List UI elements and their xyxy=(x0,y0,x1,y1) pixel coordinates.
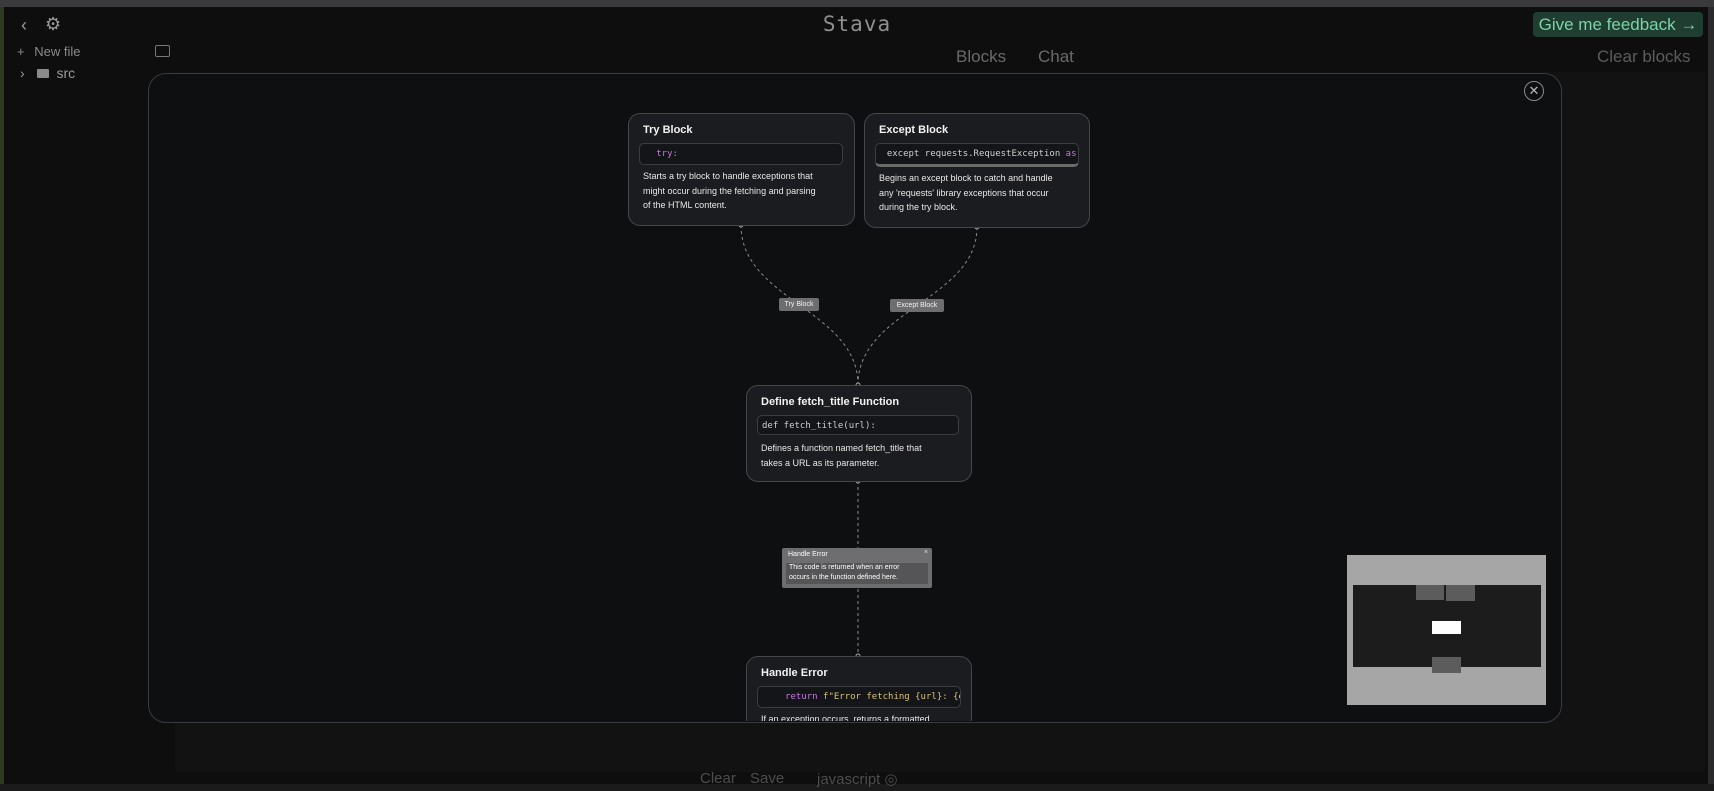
minimap[interactable] xyxy=(1347,555,1546,705)
code-snippet: except requests.RequestException as e: xyxy=(875,143,1079,167)
handle-handle-top xyxy=(855,653,861,659)
node-description: Defines a function named fetch_title tha… xyxy=(761,443,922,468)
node-try-block[interactable]: Try Block try: Starts a try block to han… xyxy=(628,113,855,226)
minimap-node xyxy=(1432,657,1461,667)
node-title: Except Block xyxy=(879,124,949,136)
node-title: Define fetch_title Function xyxy=(761,396,900,408)
close-icon[interactable]: ✕ xyxy=(1524,81,1544,101)
node-description: Starts a try block to handle exceptions … xyxy=(643,171,816,210)
minimap-node xyxy=(1446,585,1475,601)
minimap-viewport xyxy=(1353,585,1541,667)
code-snippet: def fetch_title(url): xyxy=(757,415,959,435)
edge-label-except[interactable]: Except Block xyxy=(890,299,944,312)
node-except-block[interactable]: Except Block except requests.RequestExce… xyxy=(864,113,1090,228)
minimap-node-selected xyxy=(1432,621,1461,634)
edge-label-try[interactable]: Try Block xyxy=(779,298,819,311)
node-title: Try Block xyxy=(643,124,693,136)
minimap-node xyxy=(1416,585,1444,600)
tooltip-body: This code is returned when an error occu… xyxy=(786,563,928,584)
node-description: Begins an except block to catch and hand… xyxy=(879,173,1053,212)
minimap-node xyxy=(1432,667,1461,673)
node-define-fetch-title[interactable]: Define fetch_title Function def fetch_ti… xyxy=(746,385,972,482)
code-snippet: try: xyxy=(639,143,843,165)
edge-tooltip: Handle Error × This code is returned whe… xyxy=(782,548,932,588)
close-icon[interactable]: × xyxy=(924,549,928,556)
tooltip-title: Handle Error xyxy=(788,551,828,558)
